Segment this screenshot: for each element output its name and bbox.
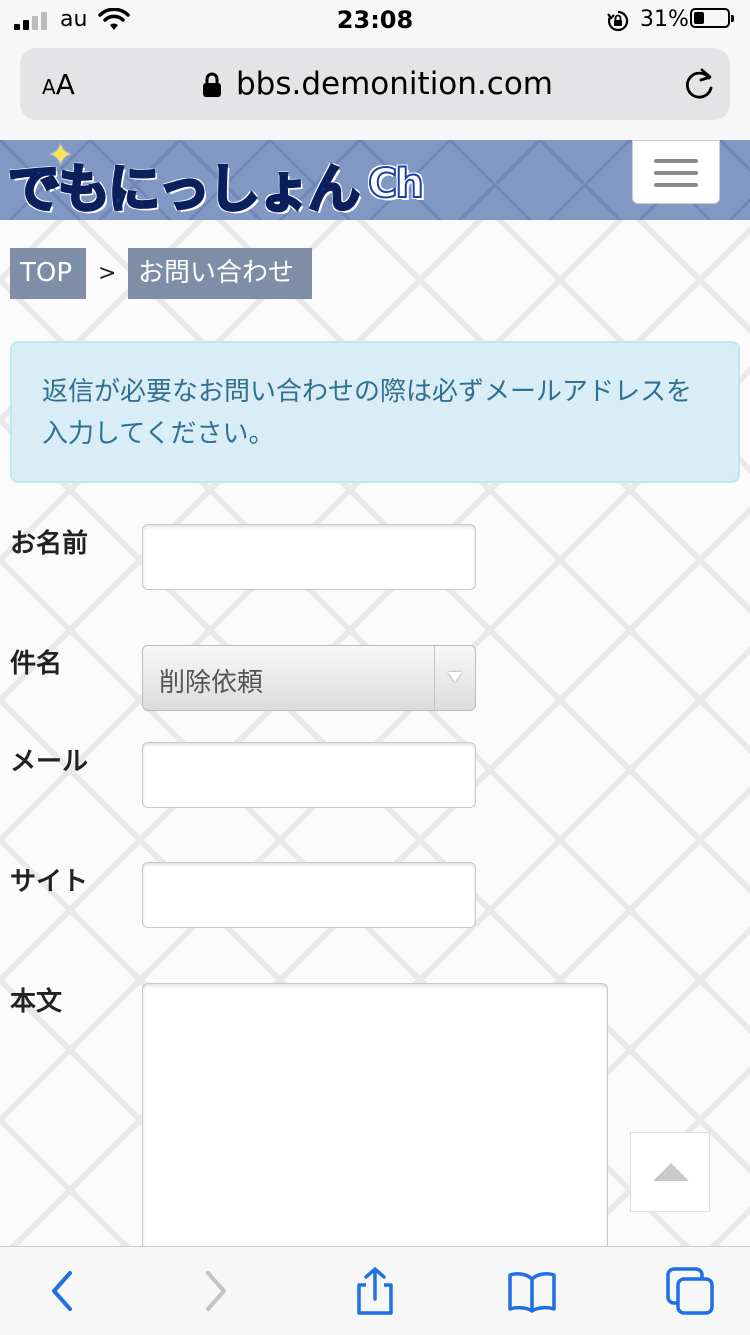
clock: 23:08 [336,6,414,34]
breadcrumb-current: お問い合わせ [128,248,312,299]
lock-icon [203,72,221,97]
breadcrumb-top[interactable]: TOP [10,248,86,299]
info-alert: 返信が必要なお問い合わせの際は必ずメールアドレスを入力してください。 [10,341,740,483]
site-label: サイト [10,867,89,897]
name-input[interactable] [142,524,476,590]
address-bar[interactable]: AA bbs.demonition.com [20,48,730,120]
battery-percent: 31% [640,7,689,32]
site-header: ✦ でもにっしょん Ch [0,140,750,220]
back-button[interactable] [32,1267,92,1315]
battery-icon [690,8,734,28]
subject-label: 件名 [10,649,63,679]
body-label: 本文 [10,987,63,1017]
tabs-button[interactable] [660,1267,720,1315]
scroll-to-top-button[interactable] [630,1132,710,1212]
forward-button[interactable] [186,1267,246,1315]
star-icon: ✦ [48,140,74,173]
hamburger-menu-button[interactable] [632,140,720,204]
body-textarea[interactable] [142,983,608,1246]
site-input[interactable] [142,862,476,928]
subject-select[interactable]: 削除依頼 [142,645,476,711]
orientation-lock-icon [607,10,629,32]
triangle-up-icon [653,1163,689,1181]
dropdown-arrow-icon [448,672,462,682]
browser-toolbar [0,1246,750,1335]
url-text[interactable]: bbs.demonition.com [236,66,553,102]
site-logo[interactable]: ✦ でもにっしょん Ch [6,140,424,220]
subject-selected-value: 削除依頼 [159,668,264,698]
web-page: ✦ でもにっしょん Ch TOP > お問い合わせ 返信が必要なお問い合わせの際… [0,140,750,1246]
status-bar: au 23:08 31% [0,0,750,40]
bookmarks-button[interactable] [502,1267,562,1315]
share-button[interactable] [345,1267,405,1315]
email-input[interactable] [142,742,476,808]
email-label: メール [10,747,89,777]
text-size-button[interactable]: AA [42,68,75,101]
name-label: お名前 [10,529,89,559]
reload-icon[interactable] [682,66,716,102]
breadcrumb-separator: > [98,261,117,286]
